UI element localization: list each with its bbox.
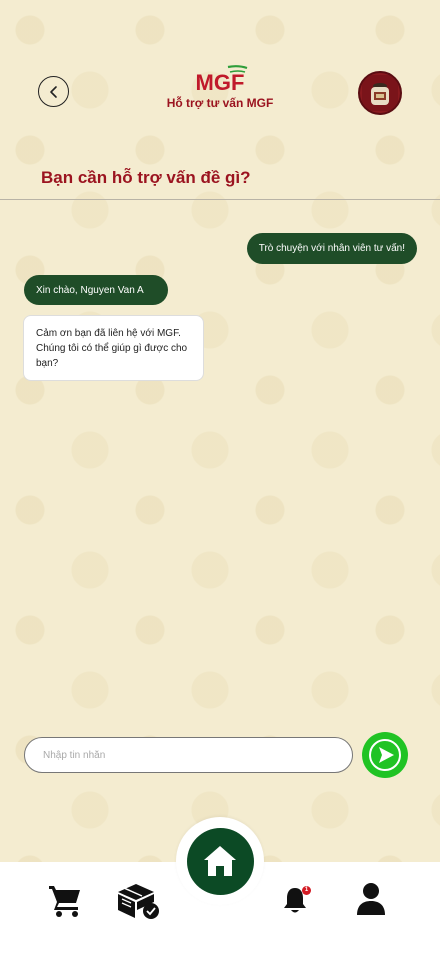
- product-jar-icon: [362, 75, 398, 111]
- cart-button[interactable]: [47, 882, 83, 923]
- chevron-left-icon: [49, 85, 57, 98]
- orders-button[interactable]: [116, 882, 160, 925]
- divider: [0, 199, 440, 200]
- home-button-wrapper: [176, 817, 264, 905]
- logo-mark: MGF: [160, 64, 280, 94]
- avatar[interactable]: [358, 71, 402, 115]
- notifications-button[interactable]: 1: [281, 885, 311, 920]
- back-button[interactable]: [38, 76, 69, 107]
- page-title: Hỗ trợ tư vấn MGF: [166, 96, 274, 110]
- home-button[interactable]: [186, 827, 254, 895]
- send-icon: [369, 739, 401, 771]
- brand-logo: MGF Hỗ trợ tư vấn MGF: [160, 64, 280, 110]
- order-confirmed-icon: [118, 884, 159, 919]
- user-icon: [357, 883, 385, 915]
- message-input[interactable]: [25, 738, 352, 772]
- agent-reply-bubble: Cảm ơn bạn đã liên hệ với MGF. Chúng tôi…: [23, 315, 204, 381]
- notification-badge: 1: [302, 886, 311, 895]
- home-icon: [204, 846, 236, 876]
- user-message-bubble: Trò chuyện với nhân viên tư vấn!: [246, 233, 417, 264]
- greeting-bubble: Xin chào, Nguyen Van A: [24, 275, 168, 305]
- header: MGF Hỗ trợ tư vấn MGF: [0, 60, 440, 130]
- support-question-heading: Bạn cần hỗ trợ vấn đề gì?: [41, 168, 251, 187]
- profile-button[interactable]: [355, 882, 387, 921]
- send-button[interactable]: [362, 732, 408, 778]
- cart-icon: [49, 886, 80, 917]
- mgf-logo-icon: MGF: [196, 65, 248, 94]
- logo-text: MGF: [196, 70, 245, 94]
- message-input-container: [24, 737, 353, 773]
